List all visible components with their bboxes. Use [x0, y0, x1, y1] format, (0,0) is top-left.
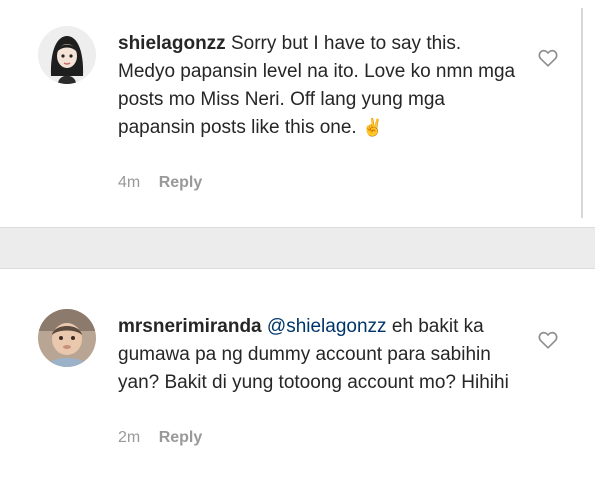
baby-photo-avatar-icon[interactable]: [38, 309, 96, 367]
cartoon-girl-avatar-icon[interactable]: [38, 26, 96, 84]
comment-username[interactable]: shielagonzz: [118, 33, 226, 54]
heart-outline-icon[interactable]: [537, 47, 559, 69]
comment-meta: 4m Reply: [118, 174, 202, 192]
comment-timestamp: 4m: [118, 174, 141, 191]
mention-link[interactable]: @shielagonzz: [267, 316, 387, 337]
comment-text: shielagonzz Sorry but I have to say this…: [118, 30, 518, 142]
reply-button[interactable]: Reply: [159, 429, 203, 446]
victory-hand-emoji: ✌: [362, 118, 384, 137]
comment-card: mrsnerimiranda @shielagonzz eh bakit ka …: [0, 268, 595, 479]
reply-button[interactable]: Reply: [159, 174, 203, 191]
scrollbar-edge: [581, 8, 583, 218]
comment-username[interactable]: mrsnerimiranda: [118, 316, 262, 337]
comment-meta: 2m Reply: [118, 429, 202, 447]
comment-card: shielagonzz Sorry but I have to say this…: [0, 0, 595, 228]
heart-outline-icon[interactable]: [537, 329, 559, 351]
comment-timestamp: 2m: [118, 429, 141, 446]
comment-text: mrsnerimiranda @shielagonzz eh bakit ka …: [118, 313, 518, 397]
